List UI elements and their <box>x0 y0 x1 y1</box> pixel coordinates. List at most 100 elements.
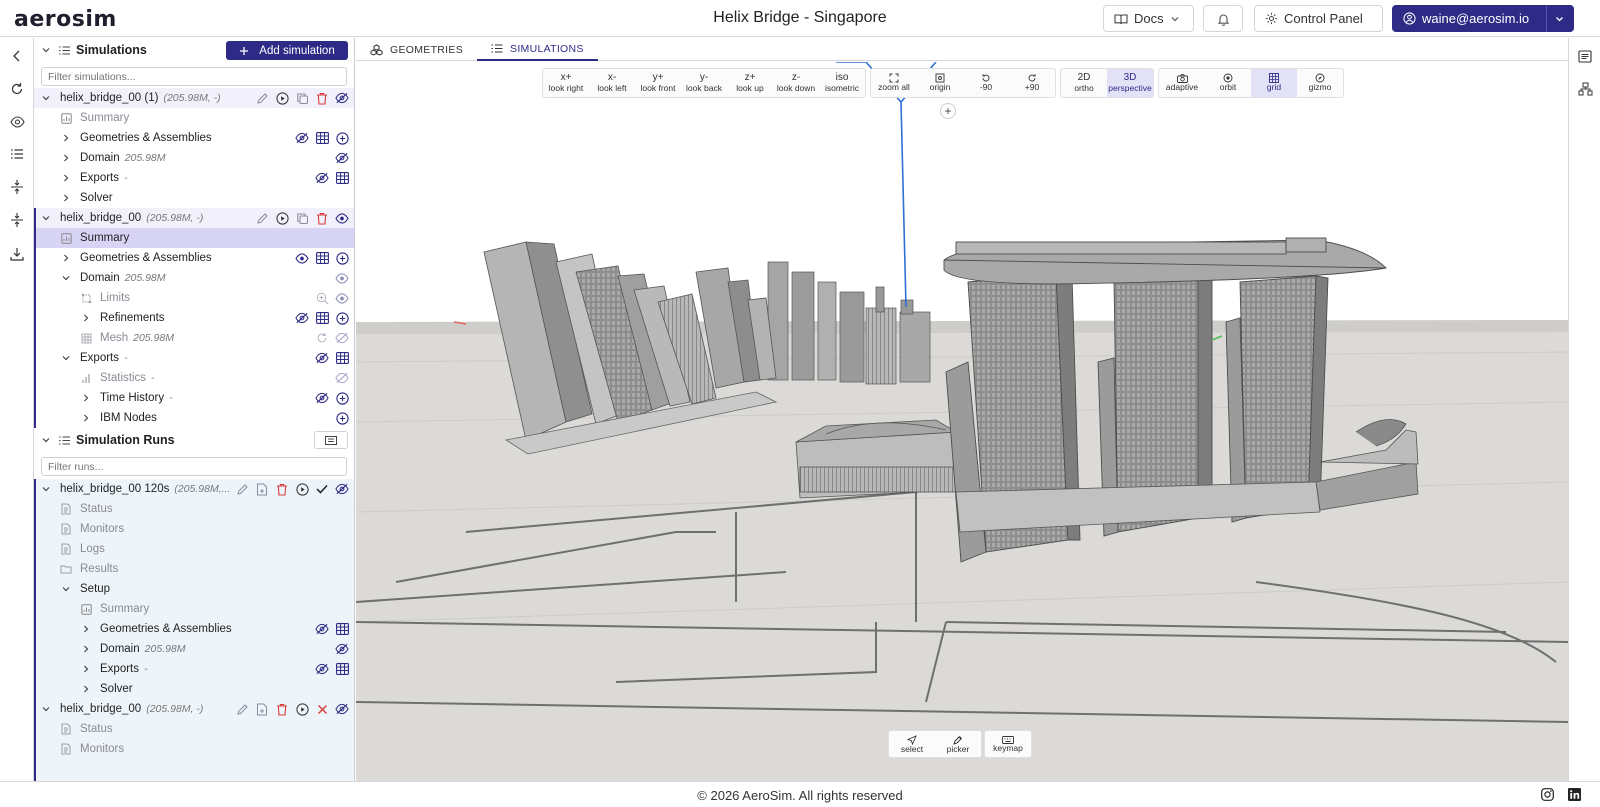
filter-runs-input[interactable] <box>41 457 347 476</box>
eye-off-icon[interactable] <box>315 351 329 365</box>
setup-item-geometries[interactable]: Geometries & Assemblies <box>34 619 354 639</box>
add-simulation-button[interactable]: Add simulation <box>226 41 348 60</box>
view-btn-look-right[interactable]: x+ look right <box>543 69 589 97</box>
view-btn-picker[interactable]: picker <box>935 731 981 759</box>
chevron-right-icon[interactable] <box>60 252 72 264</box>
chevron-down-icon[interactable] <box>40 44 52 56</box>
eye-off-icon[interactable] <box>315 171 329 185</box>
view-btn-select[interactable]: select <box>889 731 935 759</box>
table-icon[interactable] <box>335 662 349 676</box>
tree-item-domain[interactable]: Domain 205.98M <box>34 148 354 168</box>
eye-icon[interactable] <box>335 271 349 285</box>
view-btn-origin[interactable]: origin <box>917 69 963 97</box>
expand-all-button[interactable] <box>7 177 27 197</box>
add-view-button[interactable]: + <box>940 103 956 119</box>
simulation-row[interactable]: helix_bridge_00 (1) (205.98M, -) <box>34 88 354 108</box>
copy-icon[interactable] <box>295 91 309 105</box>
trash-icon[interactable] <box>315 211 329 225</box>
docs-button[interactable]: Docs <box>1103 5 1194 32</box>
run-item-setup[interactable]: Setup <box>34 579 354 599</box>
view-btn-isometric[interactable]: iso isometric <box>819 69 865 97</box>
filter-simulations-input[interactable] <box>41 67 347 86</box>
eye-off-icon[interactable] <box>335 482 349 496</box>
trash-icon[interactable] <box>275 482 289 496</box>
chevron-down-icon[interactable] <box>40 434 52 446</box>
chevron-right-icon[interactable] <box>80 312 92 324</box>
chevron-right-icon[interactable] <box>60 132 72 144</box>
eye-off-icon[interactable] <box>315 662 329 676</box>
list-view-button[interactable] <box>7 144 27 164</box>
eye-off-icon[interactable] <box>335 151 349 165</box>
eye-icon[interactable] <box>335 291 349 305</box>
view-btn-grid[interactable]: grid <box>1251 69 1297 97</box>
table-icon[interactable] <box>315 131 329 145</box>
chevron-down-icon[interactable] <box>60 583 72 595</box>
download-button[interactable] <box>7 244 27 264</box>
tree-item-exports[interactable]: Exports - <box>34 348 354 368</box>
tree-item-refinements[interactable]: Refinements <box>34 308 354 328</box>
view-btn-look-down[interactable]: z-look down <box>773 69 819 97</box>
eye-off-icon[interactable] <box>295 131 309 145</box>
chevron-right-icon[interactable] <box>80 663 92 675</box>
tree-item-mesh[interactable]: Mesh 205.98M <box>34 328 354 348</box>
app-logo[interactable]: aerosim <box>14 7 117 32</box>
run-item-status[interactable]: Status <box>34 499 354 519</box>
eye-off-icon[interactable] <box>295 311 309 325</box>
3d-scene[interactable] <box>356 62 1568 781</box>
chevron-down-icon[interactable] <box>60 352 72 364</box>
tree-item-exports[interactable]: Exports - <box>34 168 354 188</box>
run-item-logs[interactable]: Logs <box>34 539 354 559</box>
run-item-monitors[interactable]: Monitors <box>34 519 354 539</box>
3d-viewport[interactable]: x+ look right x-look left y+ look front y-loo… <box>356 62 1568 781</box>
view-btn-adaptive[interactable]: adaptive <box>1159 69 1205 97</box>
zoom-in-icon[interactable] <box>315 291 329 305</box>
view-btn-orbit[interactable]: orbit <box>1205 69 1251 97</box>
table-icon[interactable] <box>315 311 329 325</box>
play-icon[interactable] <box>295 482 309 496</box>
copy-icon[interactable] <box>295 211 309 225</box>
chevron-down-icon[interactable] <box>40 703 52 715</box>
table-icon[interactable] <box>335 351 349 365</box>
hierarchy-button[interactable] <box>1575 79 1595 99</box>
view-btn-ortho[interactable]: 2D ortho <box>1061 69 1107 97</box>
tree-item-geometries[interactable]: Geometries & Assemblies <box>34 128 354 148</box>
eye-off-icon[interactable] <box>335 371 349 385</box>
run-item-results[interactable]: Results <box>34 559 354 579</box>
setup-item-domain[interactable]: Domain 205.98M <box>34 639 354 659</box>
chevron-right-icon[interactable] <box>60 152 72 164</box>
add-circle-icon[interactable] <box>335 251 349 265</box>
view-btn-look-left[interactable]: x-look left <box>589 69 635 97</box>
control-panel-button[interactable]: Control Panel <box>1254 5 1383 32</box>
eye-icon[interactable] <box>295 251 309 265</box>
run-row[interactable]: helix_bridge_00 (205.98M, -) <box>34 699 354 719</box>
play-icon[interactable] <box>275 91 289 105</box>
details-panel-button[interactable] <box>1575 46 1595 66</box>
check-icon[interactable] <box>315 482 329 496</box>
view-btn-90[interactable]: -90 <box>963 69 1009 97</box>
collapse-all-button[interactable] <box>7 210 27 230</box>
tab-geometries[interactable]: GEOMETRIES <box>356 38 477 61</box>
tree-item-statistics[interactable]: Statistics - <box>34 368 354 388</box>
add-circle-icon[interactable] <box>335 131 349 145</box>
play-icon[interactable] <box>295 702 309 716</box>
tree-item-ibm-nodes[interactable]: IBM Nodes <box>34 408 354 428</box>
tree-item-limits[interactable]: Limits <box>34 288 354 308</box>
setup-item-solver[interactable]: Solver <box>34 679 354 699</box>
trash-icon[interactable] <box>275 702 289 716</box>
setup-item-summary[interactable]: Summary <box>34 599 354 619</box>
add-circle-icon[interactable] <box>335 411 349 425</box>
edit-icon[interactable] <box>255 211 269 225</box>
collapse-panel-button[interactable] <box>7 46 27 66</box>
add-circle-icon[interactable] <box>335 391 349 405</box>
tree-item-summary[interactable]: Summary <box>34 108 354 128</box>
refresh-icon[interactable] <box>315 331 329 345</box>
chevron-right-icon[interactable] <box>80 623 92 635</box>
refresh-button[interactable] <box>7 79 27 99</box>
tree-item-domain[interactable]: Domain 205.98M <box>34 268 354 288</box>
instagram-link[interactable] <box>1541 788 1554 801</box>
run-item-status[interactable]: Status <box>34 719 354 739</box>
chevron-right-icon[interactable] <box>80 643 92 655</box>
view-btn-look-up[interactable]: z+ look up <box>727 69 773 97</box>
view-btn-look-back[interactable]: y-look back <box>681 69 727 97</box>
edit-icon[interactable] <box>255 91 269 105</box>
